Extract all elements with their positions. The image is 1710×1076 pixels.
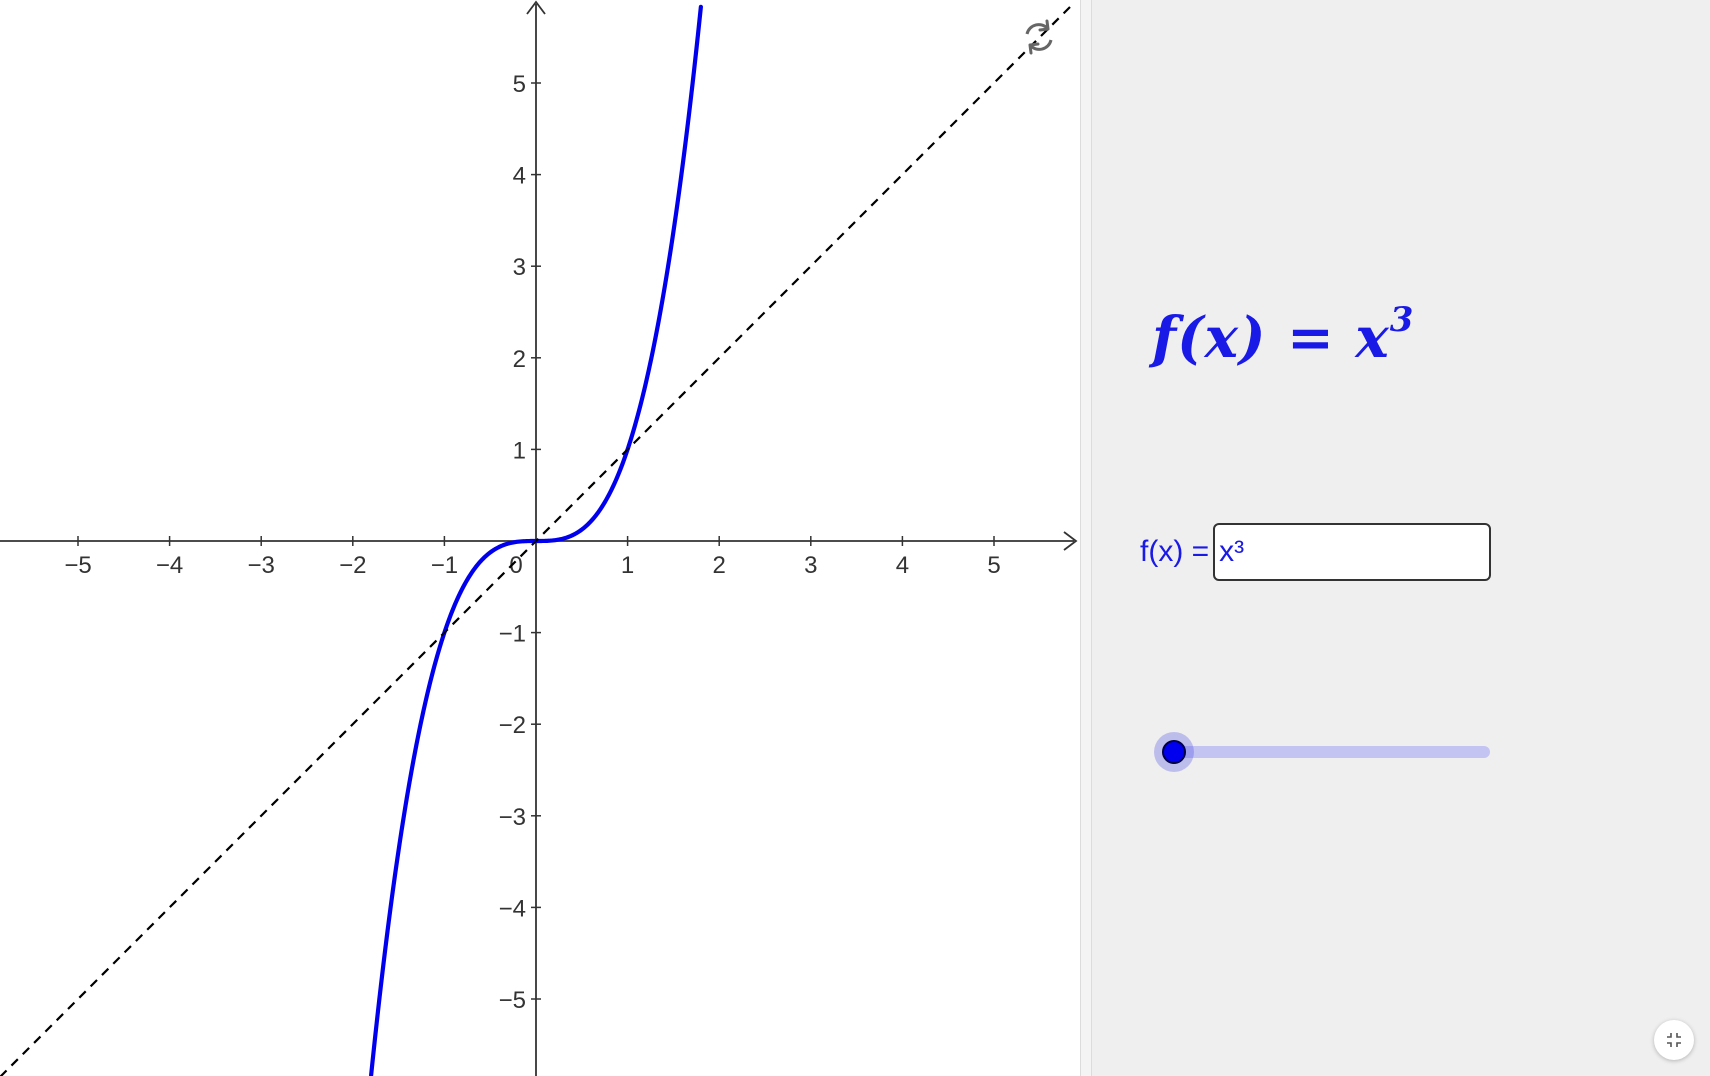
y-tick-label: 4 bbox=[513, 163, 526, 190]
y-tick-label: −3 bbox=[499, 804, 526, 831]
view-divider[interactable] bbox=[1080, 0, 1092, 1076]
algebra-panel: f(x) = x3 f(x) = bbox=[1092, 0, 1710, 1076]
y-tick-label: 2 bbox=[513, 346, 526, 373]
x-tick-label: 3 bbox=[804, 552, 817, 579]
graphics-view[interactable]: −5 −4 −3 −2 −1 1 2 3 4 5 −5 −4 −3 −2 −1 1 2 3 4 5 0 bbox=[0, 0, 1080, 1076]
x-tick-label: −3 bbox=[248, 552, 275, 579]
y-tick-label: −1 bbox=[499, 621, 526, 648]
x-tick-label: 2 bbox=[713, 552, 726, 579]
x-tick-label: −1 bbox=[431, 552, 458, 579]
slider-track[interactable] bbox=[1164, 746, 1490, 758]
x-tick-label: −5 bbox=[64, 552, 91, 579]
reset-icon[interactable] bbox=[1017, 15, 1061, 59]
x-tick-label: 4 bbox=[896, 552, 909, 579]
y-tick-label: 5 bbox=[513, 71, 526, 98]
formula-title-exponent: 3 bbox=[1389, 300, 1415, 340]
x-tick-label: −2 bbox=[339, 552, 366, 579]
function-plot[interactable]: −5 −4 −3 −2 −1 1 2 3 4 5−5−4−3−2−1123450 bbox=[0, 0, 1080, 1076]
x-tick-label: −4 bbox=[156, 552, 183, 579]
geogebra-app: −5 −4 −3 −2 −1 1 2 3 4 5 −5 −4 −3 −2 −1 1 2 3 4 5 0 f(x) = x… bbox=[0, 0, 1710, 1076]
exit-fullscreen-icon bbox=[1667, 1033, 1681, 1047]
y-tick-label: −5 bbox=[499, 987, 526, 1014]
formula-title-text: f(x) = x bbox=[1152, 305, 1390, 371]
y-tick-label: 1 bbox=[513, 437, 526, 464]
y-tick-label: −2 bbox=[499, 712, 526, 739]
slider[interactable] bbox=[1154, 732, 1494, 772]
slider-thumb-core bbox=[1162, 740, 1186, 764]
formula-title: f(x) = x3 bbox=[1152, 303, 1414, 371]
x-tick-label: 1 bbox=[621, 552, 634, 579]
function-input[interactable] bbox=[1213, 523, 1492, 581]
x-tick-label: 5 bbox=[987, 552, 1000, 579]
y-tick-label: 3 bbox=[513, 254, 526, 281]
y-tick-label: −4 bbox=[499, 895, 526, 922]
slider-thumb[interactable] bbox=[1154, 732, 1194, 772]
function-input-row: f(x) = bbox=[1140, 522, 1492, 582]
exit-fullscreen-button[interactable] bbox=[1654, 1020, 1694, 1060]
function-input-label: f(x) = bbox=[1140, 535, 1210, 568]
